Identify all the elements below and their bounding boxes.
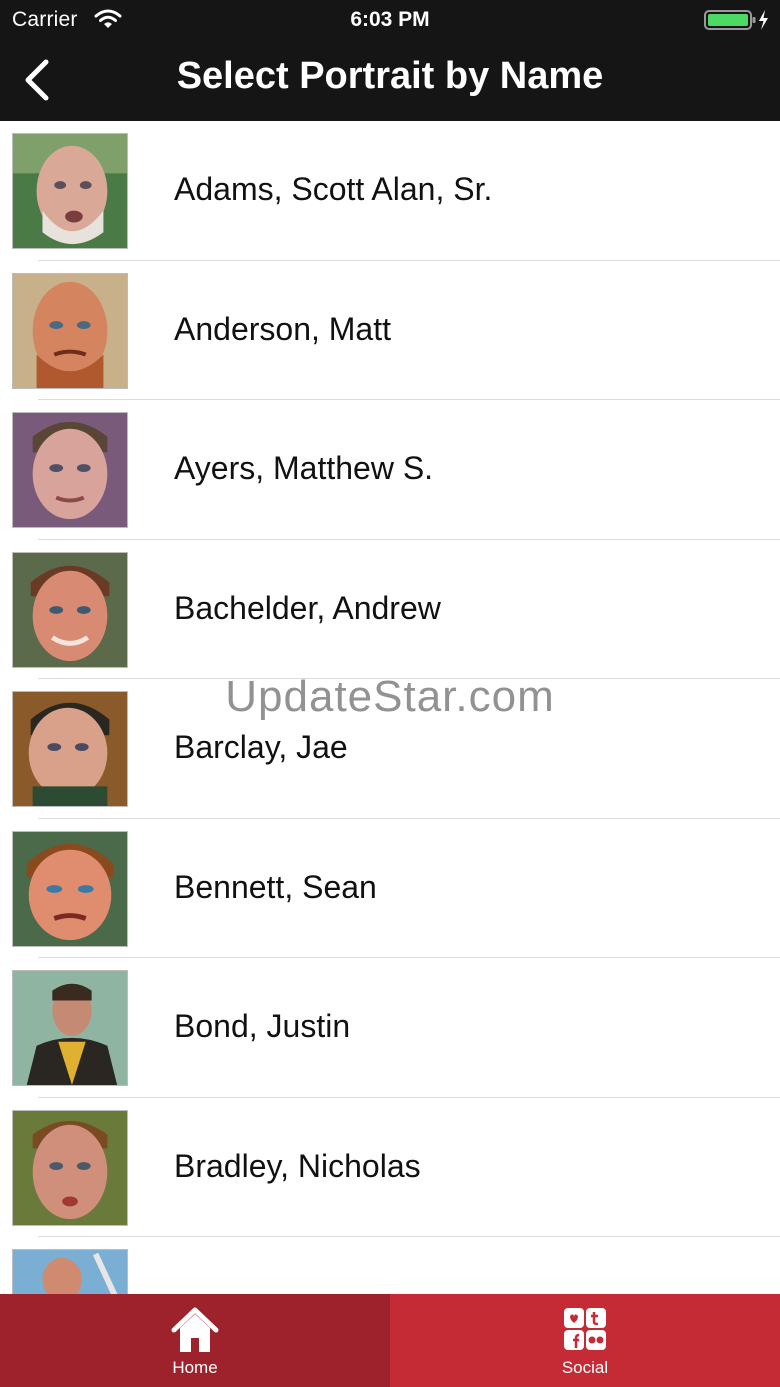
portrait-row[interactable]: Bennett, Sean — [0, 819, 780, 958]
portrait-thumbnail — [12, 970, 128, 1086]
portrait-thumbnail — [12, 551, 128, 668]
status-time: 6:03 PM — [350, 8, 430, 31]
status-bar: Carrier 6:03 PM — [0, 0, 780, 40]
navigation-bar: Select Portrait by Name — [0, 40, 780, 121]
portrait-name: Bennett, Sean — [174, 868, 377, 905]
portrait-thumbnail — [12, 1109, 128, 1226]
portrait-row[interactable]: Anderson, Matt — [0, 261, 780, 400]
portrait-name: Bond, Justin — [174, 1008, 351, 1044]
tab-home[interactable]: Home — [0, 1294, 390, 1387]
page-title: Select Portrait by Name — [176, 55, 604, 97]
portrait-row[interactable]: Bond, Justin — [0, 958, 780, 1098]
portrait-name: Bachelder, Andrew — [174, 589, 441, 626]
portrait-list[interactable]: Adams, Scott Alan, Sr. Anderson, Matt Ay… — [0, 121, 780, 1294]
social-media-icon — [560, 1306, 610, 1354]
portrait-thumbnail — [12, 691, 128, 807]
portrait-name: Bradley, Nicholas — [174, 1147, 421, 1184]
portrait-name: Barclay, Jae — [174, 729, 348, 765]
portrait-row[interactable]: Adams, Scott Alan, Sr. — [0, 121, 780, 261]
portrait-row-partial[interactable] — [0, 1237, 780, 1294]
portrait-row[interactable]: Ayers, Matthew S. — [0, 400, 780, 540]
battery-charging-icon — [704, 9, 770, 31]
portrait-row[interactable]: Bachelder, Andrew — [0, 540, 780, 679]
tab-social-label: Social — [561, 1358, 609, 1377]
portrait-name: Adams, Scott Alan, Sr. — [174, 171, 493, 207]
portrait-thumbnail — [12, 830, 128, 947]
portrait-thumbnail — [12, 1249, 128, 1294]
portrait-name: Anderson, Matt — [174, 310, 391, 347]
portrait-thumbnail — [12, 133, 128, 249]
tab-bar: Home Social — [0, 1294, 780, 1387]
portrait-name: Ayers, Matthew S. — [174, 450, 434, 486]
portrait-row[interactable]: Bradley, Nicholas — [0, 1098, 780, 1237]
home-icon — [170, 1306, 220, 1354]
portrait-thumbnail — [12, 272, 128, 389]
portrait-thumbnail — [12, 412, 128, 528]
tab-social[interactable]: Social — [390, 1294, 780, 1387]
portrait-row[interactable]: Barclay, Jae — [0, 679, 780, 819]
tab-home-label: Home — [172, 1358, 218, 1377]
